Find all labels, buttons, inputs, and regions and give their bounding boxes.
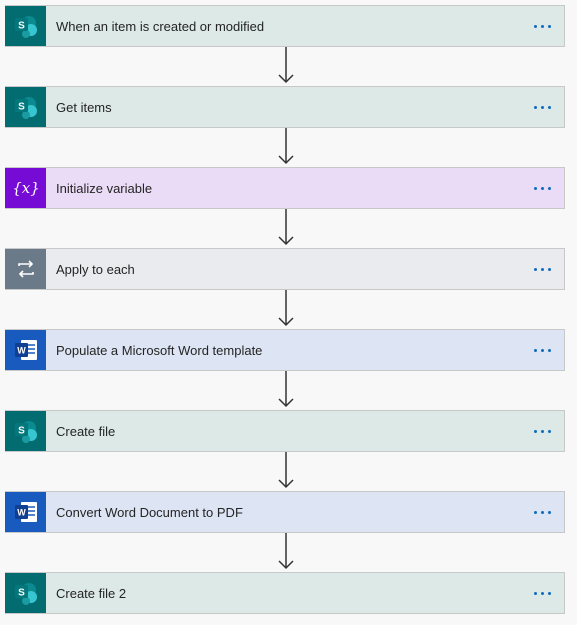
connector-arrow-icon <box>278 47 294 84</box>
more-options-button[interactable] <box>522 411 562 451</box>
connector-arrow-icon <box>278 290 294 327</box>
flow-step-convert-to-pdf[interactable]: W Convert Word Document to PDF <box>5 491 565 533</box>
sharepoint-icon: S <box>5 87 46 127</box>
svg-text:W: W <box>17 346 26 356</box>
step-title: Apply to each <box>56 261 135 277</box>
more-options-button[interactable] <box>522 168 562 208</box>
ellipsis-icon <box>533 105 551 109</box>
sharepoint-icon: S <box>5 573 46 613</box>
svg-text:S: S <box>18 588 25 599</box>
connector-arrow-icon <box>278 533 294 570</box>
more-options-button[interactable] <box>522 492 562 532</box>
more-options-button[interactable] <box>522 330 562 370</box>
ellipsis-icon <box>533 429 551 433</box>
step-title: Populate a Microsoft Word template <box>56 342 263 358</box>
flow-step-create-file-2[interactable]: S Create file 2 <box>5 572 565 614</box>
connector-arrow-icon <box>278 128 294 165</box>
svg-text:S: S <box>18 426 25 437</box>
sharepoint-icon: S <box>5 6 46 46</box>
step-title: Convert Word Document to PDF <box>56 504 243 520</box>
ellipsis-icon <box>533 186 551 190</box>
more-options-button[interactable] <box>522 573 562 613</box>
ellipsis-icon <box>533 591 551 595</box>
word-icon: W <box>5 330 46 370</box>
svg-text:S: S <box>18 21 25 32</box>
flow-step-populate-word-template[interactable]: W Populate a Microsoft Word template <box>5 329 565 371</box>
variable-icon: {x} <box>5 168 46 208</box>
connector-arrow-icon <box>278 452 294 489</box>
sharepoint-icon: S <box>5 411 46 451</box>
step-title: Initialize variable <box>56 180 153 196</box>
step-title: When an item is created or modified <box>56 18 265 34</box>
flow-step-trigger[interactable]: S When an item is created or modified <box>5 5 565 47</box>
connector-arrow-icon <box>278 209 294 246</box>
loop-icon <box>5 249 46 289</box>
more-options-button[interactable] <box>522 87 562 127</box>
ellipsis-icon <box>533 510 551 514</box>
more-options-button[interactable] <box>522 6 562 46</box>
more-options-button[interactable] <box>522 249 562 289</box>
connector-arrow-icon <box>278 371 294 408</box>
step-title: Create file 2 <box>56 585 127 601</box>
svg-text:W: W <box>17 508 26 518</box>
flow-step-initialize-variable[interactable]: {x} Initialize variable <box>5 167 565 209</box>
svg-text:S: S <box>18 102 25 113</box>
svg-text:{x}: {x} <box>12 179 40 197</box>
flow-step-apply-to-each[interactable]: Apply to each <box>5 248 565 290</box>
flow-step-get-items[interactable]: S Get items <box>5 86 565 128</box>
flow-step-create-file[interactable]: S Create file <box>5 410 565 452</box>
step-title: Get items <box>56 99 112 115</box>
ellipsis-icon <box>533 24 551 28</box>
ellipsis-icon <box>533 267 551 271</box>
step-title: Create file <box>56 423 116 439</box>
word-icon: W <box>5 492 46 532</box>
ellipsis-icon <box>533 348 551 352</box>
